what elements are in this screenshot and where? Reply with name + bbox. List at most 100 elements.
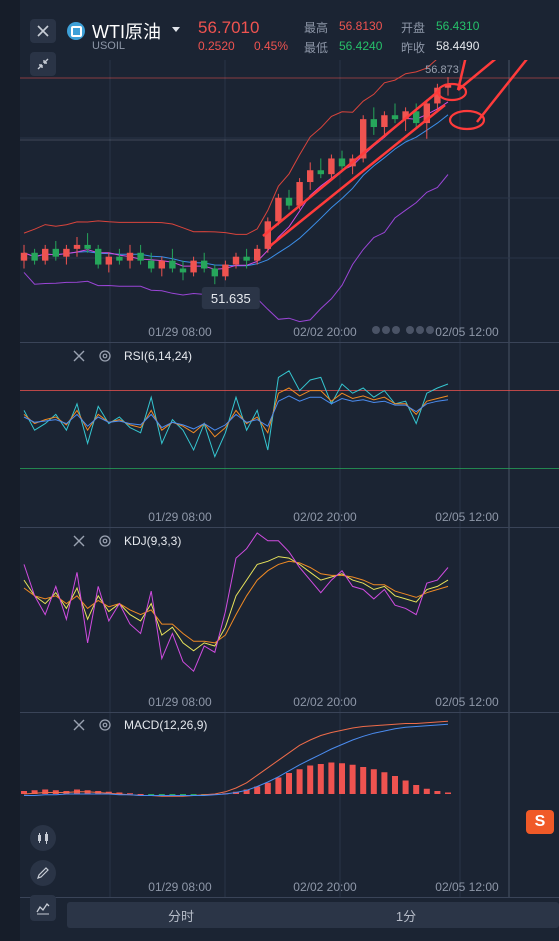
pencil-icon bbox=[37, 867, 49, 879]
high-label: 最高 bbox=[304, 21, 329, 35]
low-label: 最低 bbox=[304, 41, 329, 55]
macd-histogram-bar bbox=[381, 772, 388, 794]
left-strip bbox=[0, 0, 20, 941]
price-change-pct: 0.45% bbox=[254, 39, 289, 53]
low-value: 56.4240 bbox=[339, 39, 383, 53]
macd-histogram-bar bbox=[307, 765, 314, 794]
bollinger-upper-line bbox=[23, 60, 437, 235]
macd-histogram-bar bbox=[264, 782, 271, 794]
x-tick-label: 01/29 08:00 bbox=[148, 325, 212, 339]
symbol-logo bbox=[67, 22, 85, 40]
macd-chart[interactable]: 01/29 08:00 02/02 20:00 02/05 12:00 bbox=[20, 713, 559, 898]
x-tick-label: 02/02 20:00 bbox=[293, 695, 357, 709]
indicator-tool-button[interactable] bbox=[30, 895, 56, 921]
indicator-icon bbox=[36, 902, 50, 915]
main-candlestick-chart[interactable]: 51.635 56.873 01/29 08:00 02/02 20:00 02/05 … bbox=[20, 60, 559, 343]
candle-body bbox=[391, 115, 399, 120]
candle-body bbox=[211, 268, 218, 277]
x-tick-label: 02/05 12:00 bbox=[435, 695, 499, 709]
candle-body bbox=[296, 182, 303, 206]
candle-body bbox=[20, 252, 28, 261]
candle-body bbox=[338, 158, 346, 167]
gear-icon[interactable] bbox=[98, 534, 112, 548]
candle-body bbox=[232, 256, 240, 265]
trend-arrow-line bbox=[269, 104, 446, 247]
high-value: 56.8130 bbox=[339, 19, 383, 33]
macd-histogram-bar bbox=[423, 788, 430, 794]
trend-arrow-line bbox=[457, 60, 497, 91]
candle-body bbox=[105, 256, 112, 265]
logo-badge-icon bbox=[70, 25, 82, 37]
page-dot bbox=[392, 326, 400, 334]
candle-body bbox=[370, 119, 377, 128]
candle-body bbox=[243, 256, 250, 261]
page-dot bbox=[372, 326, 380, 334]
x-tick-label: 02/05 12:00 bbox=[435, 880, 499, 894]
rsi-series-line bbox=[23, 370, 449, 458]
macd-histogram-bar bbox=[413, 785, 420, 794]
candles-icon bbox=[38, 832, 48, 844]
macd-histogram-bar bbox=[296, 769, 303, 794]
tab-time-share[interactable]: 分时 bbox=[67, 903, 295, 927]
rsi-series-line bbox=[23, 395, 449, 431]
candle-body bbox=[254, 248, 261, 261]
macd-header: MACD(12,26,9) bbox=[72, 716, 207, 734]
candles-tool-button[interactable] bbox=[30, 825, 56, 851]
macd-histogram-bar bbox=[275, 777, 282, 794]
page-dot bbox=[416, 326, 424, 334]
open-label: 开盘 bbox=[401, 21, 426, 35]
brand-badge: S bbox=[526, 810, 554, 834]
macd-histogram-bar bbox=[286, 773, 292, 794]
kdj-chart[interactable]: 01/29 08:00 02/02 20:00 02/05 12:00 bbox=[20, 528, 559, 713]
prev-close-label: 昨收 bbox=[401, 41, 426, 55]
macd-histogram-bar bbox=[370, 769, 377, 794]
gear-icon[interactable] bbox=[98, 349, 112, 363]
close-icon bbox=[37, 25, 49, 37]
price-change: 0.2520 bbox=[198, 39, 235, 53]
close-button[interactable] bbox=[30, 19, 56, 43]
x-tick-label: 01/29 08:00 bbox=[148, 695, 212, 709]
macd-histogram-bar bbox=[328, 762, 335, 794]
kdj-series-line bbox=[23, 556, 449, 652]
kdj-header: KDJ(9,3,3) bbox=[72, 532, 181, 550]
symbol-dropdown-icon[interactable] bbox=[172, 27, 180, 32]
candle-body bbox=[285, 197, 293, 206]
x-tick-label: 02/02 20:00 bbox=[293, 325, 357, 339]
candle-body bbox=[63, 248, 70, 257]
candle-body bbox=[275, 197, 282, 222]
candle-body bbox=[317, 170, 324, 175]
macd-histogram-bar bbox=[137, 794, 144, 795]
close-icon[interactable] bbox=[72, 349, 86, 363]
candle-body bbox=[95, 248, 102, 265]
highlight-circle bbox=[436, 82, 468, 102]
gear-icon[interactable] bbox=[98, 718, 112, 732]
x-tick-label: 01/29 08:00 bbox=[148, 510, 212, 524]
candle-body bbox=[328, 158, 335, 175]
kdj-series-line bbox=[23, 532, 449, 673]
macd-histogram-bar bbox=[402, 780, 409, 794]
x-tick-label: 02/05 12:00 bbox=[435, 510, 499, 524]
candle-body bbox=[31, 252, 38, 261]
kdj-series-line bbox=[23, 560, 449, 644]
macd-histogram-bar bbox=[317, 764, 324, 794]
close-icon[interactable] bbox=[72, 718, 86, 732]
rsi-title: RSI(6,14,24) bbox=[124, 349, 193, 363]
trend-arrow-line bbox=[476, 60, 528, 123]
tab-one-minute[interactable]: 1分 bbox=[295, 903, 517, 927]
macd-histogram-bar bbox=[148, 794, 155, 795]
draw-tool-button[interactable] bbox=[30, 860, 56, 886]
page-dot bbox=[382, 326, 390, 334]
candle-body bbox=[307, 170, 314, 183]
page-dot bbox=[406, 326, 414, 334]
candle-body bbox=[201, 260, 208, 269]
open-value: 56.4310 bbox=[436, 19, 480, 33]
close-icon[interactable] bbox=[72, 534, 86, 548]
page-dot bbox=[426, 326, 434, 334]
macd-histogram-bar bbox=[42, 789, 49, 794]
candle-body bbox=[169, 260, 176, 269]
macd-histogram-bar bbox=[445, 792, 451, 794]
rsi-chart[interactable]: 01/29 08:00 02/02 20:00 02/05 12:00 bbox=[20, 343, 559, 528]
last-price: 56.7010 bbox=[198, 18, 260, 37]
candle-body bbox=[222, 264, 229, 277]
candle-body bbox=[84, 244, 91, 249]
